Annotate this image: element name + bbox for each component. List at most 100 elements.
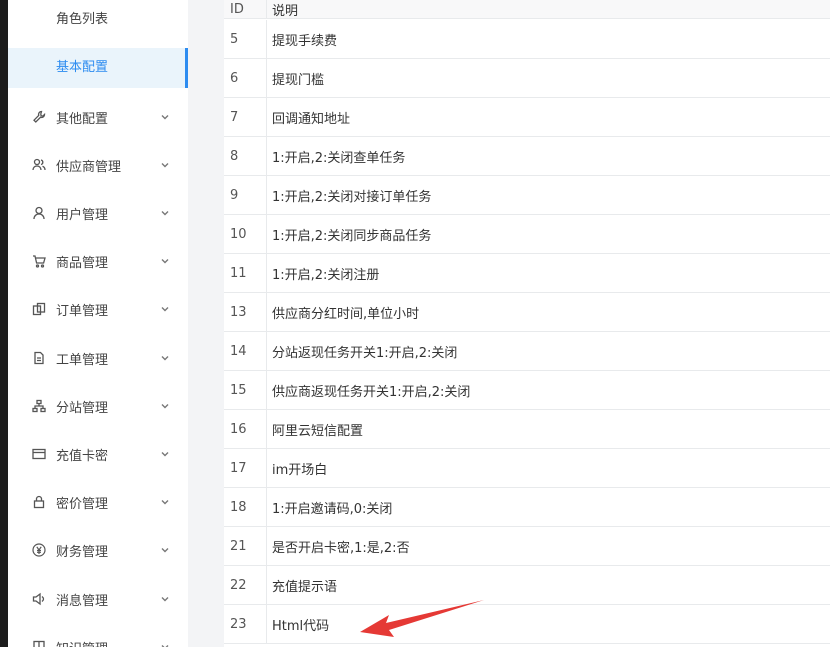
cell-id: 7: [224, 98, 267, 136]
cell-id: 14: [224, 332, 267, 370]
cell-id: 10: [224, 215, 267, 253]
cell-id: 13: [224, 293, 267, 331]
table-row[interactable]: 18 1:开启邀请码,0:关闭: [224, 488, 830, 527]
chevron-down-icon: [160, 545, 170, 555]
chevron-down-icon: [160, 594, 170, 604]
sidebar-item-order[interactable]: 订单管理: [8, 297, 188, 321]
sidebar-item-label: 消息管理: [56, 593, 109, 609]
cell-id: 18: [224, 488, 267, 526]
sidebar-item-label: 充值卡密: [56, 448, 109, 464]
table-row[interactable]: 5 提现手续费: [224, 20, 830, 59]
sidebar-item-message[interactable]: 消息管理: [8, 587, 188, 611]
table-row[interactable]: 13 供应商分红时间,单位小时: [224, 293, 830, 332]
cell-desc: 1:开启,2:关闭同步商品任务: [272, 228, 432, 244]
config-table: ID 说明 5 提现手续费 6 提现门槛 7 回调通知地址 8 1:开启,2:关闭查单任…: [224, 0, 830, 647]
column-header-id[interactable]: ID: [224, 0, 267, 18]
sidebar-item-recharge-card[interactable]: 充值卡密: [8, 442, 188, 466]
cell-desc: 回调通知地址: [272, 111, 351, 127]
table-row[interactable]: 7 回调通知地址: [224, 98, 830, 137]
cell-id: 23: [224, 605, 267, 643]
cell-desc: 分站返现任务开关1:开启,2:关闭: [272, 345, 458, 361]
chevron-down-icon: [160, 449, 170, 459]
table-row[interactable]: 23 Html代码: [224, 605, 830, 644]
chevron-down-icon: [160, 642, 170, 647]
sidebar-subitem-basic-config[interactable]: 基本配置: [8, 48, 188, 88]
card-icon: [32, 447, 46, 461]
cell-desc: 1:开启,2:关闭注册: [272, 267, 380, 283]
table-row[interactable]: 14 分站返现任务开关1:开启,2:关闭: [224, 332, 830, 371]
cell-desc: Html代码: [272, 618, 330, 634]
chevron-down-icon: [160, 497, 170, 507]
sidebar-item-finance[interactable]: 财务管理: [8, 538, 188, 562]
table-row[interactable]: 16 阿里云短信配置: [224, 410, 830, 449]
sidebar-item-other-config[interactable]: 其他配置: [8, 105, 188, 129]
table-row[interactable]: 10 1:开启,2:关闭同步商品任务: [224, 215, 830, 254]
chevron-down-icon: [160, 112, 170, 122]
cell-id: 16: [224, 410, 267, 448]
column-header-desc[interactable]: 说明: [267, 0, 830, 19]
cell-id: 5: [224, 20, 267, 58]
cell-desc: 阿里云短信配置: [272, 423, 364, 439]
sidebar: 角色列表 基本配置 其他配置 供应商管理 用户管理 商品管理 订单管理 工单管理…: [8, 0, 188, 647]
table-row[interactable]: 6 提现门槛: [224, 59, 830, 98]
document-icon: [32, 351, 46, 365]
table-row[interactable]: 22 充值提示语: [224, 566, 830, 605]
speaker-icon: [32, 592, 46, 606]
sidebar-item-label: 密价管理: [56, 496, 109, 512]
sidebar-item-user[interactable]: 用户管理: [8, 201, 188, 225]
chevron-down-icon: [160, 256, 170, 266]
user-icon: [32, 206, 46, 220]
cell-desc: 1:开启,2:关闭查单任务: [272, 150, 406, 166]
content-gutter: [188, 0, 224, 647]
sidebar-item-supplier[interactable]: 供应商管理: [8, 153, 188, 177]
window-edge: [0, 0, 8, 647]
sidebar-item-label: 订单管理: [56, 303, 109, 319]
sidebar-item-ticket[interactable]: 工单管理: [8, 346, 188, 370]
sidebar-item-secret-price[interactable]: 密价管理: [8, 490, 188, 514]
sidebar-item-knowledge[interactable]: 知识管理: [8, 635, 188, 647]
table-row[interactable]: 9 1:开启,2:关闭对接订单任务: [224, 176, 830, 215]
lock-icon: [32, 495, 46, 509]
cell-desc: 供应商返现任务开关1:开启,2:关闭: [272, 384, 471, 400]
cell-id: 6: [224, 59, 267, 97]
yen-icon: [32, 543, 46, 557]
table-row[interactable]: 15 供应商返现任务开关1:开启,2:关闭: [224, 371, 830, 410]
chevron-down-icon: [160, 160, 170, 170]
table-row[interactable]: 21 是否开启卡密,1:是,2:否: [224, 527, 830, 566]
sidebar-item-label: 用户管理: [56, 207, 109, 223]
cart-icon: [32, 254, 46, 268]
sidebar-item-substation[interactable]: 分站管理: [8, 394, 188, 418]
cell-id: 21: [224, 527, 267, 565]
cell-id: 9: [224, 176, 267, 214]
cell-desc: 提现手续费: [272, 33, 338, 49]
table-row[interactable]: 17 im开场白: [224, 449, 830, 488]
sidebar-item-label: 分站管理: [56, 400, 109, 416]
sidebar-subitem-label: 基本配置: [56, 60, 109, 75]
cell-desc: 提现门槛: [272, 72, 325, 88]
cell-id: 11: [224, 254, 267, 292]
cell-desc: im开场白: [272, 462, 328, 478]
sidebar-subitem-label: 角色列表: [56, 12, 109, 27]
chevron-down-icon: [160, 208, 170, 218]
cell-id: 15: [224, 371, 267, 409]
wrench-icon: [32, 110, 46, 124]
sidebar-item-product[interactable]: 商品管理: [8, 249, 188, 273]
order-icon: [32, 302, 46, 316]
cell-desc: 充值提示语: [272, 579, 338, 595]
chevron-down-icon: [160, 353, 170, 363]
cell-desc: 供应商分红时间,单位小时: [272, 306, 420, 322]
table-row[interactable]: 8 1:开启,2:关闭查单任务: [224, 137, 830, 176]
cell-id: 22: [224, 566, 267, 604]
cell-id: 8: [224, 137, 267, 175]
table-header: ID 说明: [224, 0, 830, 19]
users-icon: [32, 158, 46, 172]
cell-id: 17: [224, 449, 267, 487]
cell-desc: 是否开启卡密,1:是,2:否: [272, 540, 410, 556]
book-icon: [32, 640, 46, 647]
sidebar-subitem-role-list[interactable]: 角色列表: [8, 0, 188, 40]
red-arrow-annotation: [360, 600, 484, 637]
cell-desc: 1:开启邀请码,0:关闭: [272, 501, 393, 517]
sidebar-item-label: 知识管理: [56, 638, 160, 647]
table-row[interactable]: 11 1:开启,2:关闭注册: [224, 254, 830, 293]
sidebar-item-label: 供应商管理: [56, 159, 122, 175]
